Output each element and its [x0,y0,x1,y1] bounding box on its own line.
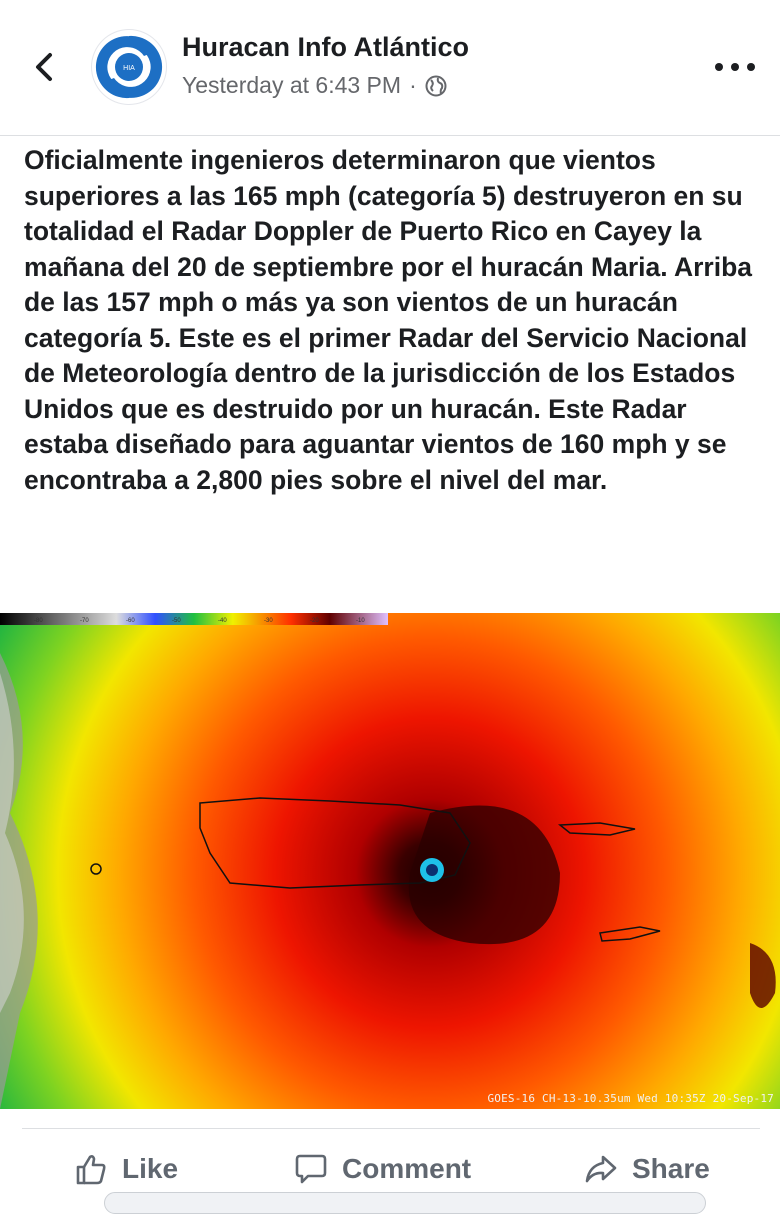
satellite-infrared-graphic: -80 -70 -60 -50 -40 -30 -20 -10 [0,613,780,1109]
share-arrow-icon [585,1155,617,1183]
colorbar-tick-label: -30 [264,618,273,624]
colorbar-tick-label: -80 [34,618,43,624]
comment-input-bar[interactable] [104,1192,706,1214]
back-arrow-icon[interactable] [30,50,60,84]
image-caption: GOES-16 CH-13-10.35um Wed 10:35Z 20-Sep-… [487,1092,774,1105]
timestamp[interactable]: Yesterday at 6:43 PM [182,72,401,99]
colorbar-tick-label: -10 [356,618,365,624]
colorbar-tick-label: -60 [126,618,135,624]
thumbs-up-icon [76,1155,106,1185]
hurricane-logo-icon: HIA [93,31,165,103]
globe-icon [425,75,447,96]
more-options-icon[interactable] [712,58,758,76]
colorbar-tick-label: -40 [218,618,227,624]
post-header: HIA Huracan Info Atlántico Yesterday at … [0,0,780,136]
like-button[interactable]: Like [74,1149,178,1189]
colorbar-tick-label: -70 [80,618,89,624]
temperature-colorbar [0,613,388,625]
avatar-text: HIA [123,65,135,72]
meta-separator: · [409,72,417,98]
comment-button[interactable]: Comment [294,1149,471,1189]
page-name[interactable]: Huracan Info Atlántico [182,32,469,63]
like-label: Like [122,1153,179,1184]
share-label: Share [632,1153,710,1184]
post-meta: Yesterday at 6:43 PM · [182,72,447,99]
colorbar-tick-label: -20 [310,618,319,624]
action-bar: Like Comment Share [22,1128,760,1201]
colorbar-tick-label: -50 [172,618,181,624]
satellite-image[interactable]: -80 -70 -60 -50 -40 -30 -20 -10 GOES-16 CH-13-1… [0,613,780,1109]
comment-bubble-icon [295,1154,327,1184]
comment-label: Comment [342,1153,472,1184]
post-text: Oficialmente ingenieros determinaron que… [24,145,753,495]
avatar[interactable]: HIA [92,30,166,104]
share-button[interactable]: Share [584,1149,710,1189]
